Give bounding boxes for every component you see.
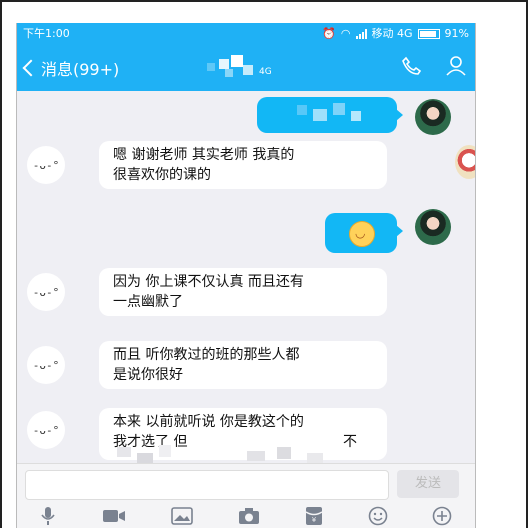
message-text: 因为 你上课不仅认真 而且还有 <box>113 274 304 290</box>
video-icon[interactable] <box>102 508 126 528</box>
back-label: 消息(99+) <box>41 60 120 79</box>
plus-icon[interactable] <box>432 506 452 528</box>
message-text: 而且 听你教过的班的那些人都 <box>113 347 300 363</box>
title-suffix: 4G <box>259 67 272 77</box>
camera-icon[interactable] <box>238 507 260 528</box>
wifi-icon: ◠ <box>340 27 351 40</box>
carrier-label: 移动 4G <box>371 27 413 40</box>
signal-icon <box>355 29 367 39</box>
status-time: 下午1:00 <box>23 27 70 40</box>
redacted-mosaic <box>297 103 361 121</box>
my-avatar[interactable] <box>415 99 451 135</box>
message-bubble-left[interactable]: 而且 听你教过的班的那些人都 是说你很好 <box>99 341 387 389</box>
svg-text:¥: ¥ <box>312 516 317 524</box>
status-right: ⏰ ◠ 移动 4G 91% <box>322 23 469 45</box>
message-bubble-left[interactable]: 嗯 谢谢老师 其实老师 我真的 很喜欢你的课的 <box>99 141 387 189</box>
contact-avatar[interactable]: -ᴗ-° <box>27 273 65 311</box>
mic-icon[interactable] <box>39 506 57 528</box>
alarm-icon: ⏰ <box>322 27 336 40</box>
frame-border-top <box>0 0 528 2</box>
emoji-icon[interactable] <box>368 506 388 528</box>
contact-name-redacted: 4G <box>197 55 287 81</box>
send-button[interactable]: 发送 <box>397 470 459 498</box>
phone-icon[interactable] <box>401 56 422 80</box>
frame-border-left <box>0 0 2 528</box>
input-bar: 发送 ¥ <box>17 463 475 528</box>
my-avatar[interactable] <box>415 209 451 245</box>
smile-emoji-icon <box>349 221 375 247</box>
message-text: 嗯 谢谢老师 其实老师 我真的 <box>113 147 295 163</box>
contact-avatar[interactable]: -ᴗ-° <box>27 411 65 449</box>
sticker-icon <box>455 145 475 179</box>
battery-percent: 91% <box>444 27 469 40</box>
message-bubble-right[interactable] <box>257 97 403 133</box>
phone-screen: 下午1:00 ⏰ ◠ 移动 4G 91% 消息(99+) 4G -ᴗ-° 嗯 谢… <box>16 23 476 528</box>
chat-area[interactable]: -ᴗ-° 嗯 谢谢老师 其实老师 我真的 很喜欢你的课的 -ᴗ-° 因为 你上课… <box>17 91 475 463</box>
message-text: 一点幽默了 <box>113 294 183 310</box>
message-text: 很喜欢你的课的 <box>113 167 211 183</box>
red-packet-icon[interactable]: ¥ <box>305 506 323 528</box>
nav-actions <box>401 55 467 81</box>
battery-icon <box>417 29 440 39</box>
image-icon[interactable] <box>171 507 193 528</box>
toolbar: ¥ <box>17 506 475 528</box>
contact-avatar[interactable]: -ᴗ-° <box>27 146 65 184</box>
message-input[interactable] <box>25 470 389 500</box>
profile-icon[interactable] <box>445 55 467 81</box>
back-button[interactable]: 消息(99+) <box>22 56 120 80</box>
nav-bar: 消息(99+) 4G <box>17 45 475 91</box>
message-bubble-right[interactable] <box>325 213 403 253</box>
message-bubble-left[interactable]: 因为 你上课不仅认真 而且还有 一点幽默了 <box>99 268 387 316</box>
status-bar: 下午1:00 ⏰ ◠ 移动 4G 91% <box>17 23 475 45</box>
chevron-left-icon <box>22 59 40 77</box>
app-header: 下午1:00 ⏰ ◠ 移动 4G 91% 消息(99+) 4G <box>17 23 475 91</box>
message-text: 本来 以前就听说 你是教这个的 <box>113 414 304 430</box>
message-text: 是说你很好 <box>113 367 183 383</box>
contact-avatar[interactable]: -ᴗ-° <box>27 346 65 384</box>
